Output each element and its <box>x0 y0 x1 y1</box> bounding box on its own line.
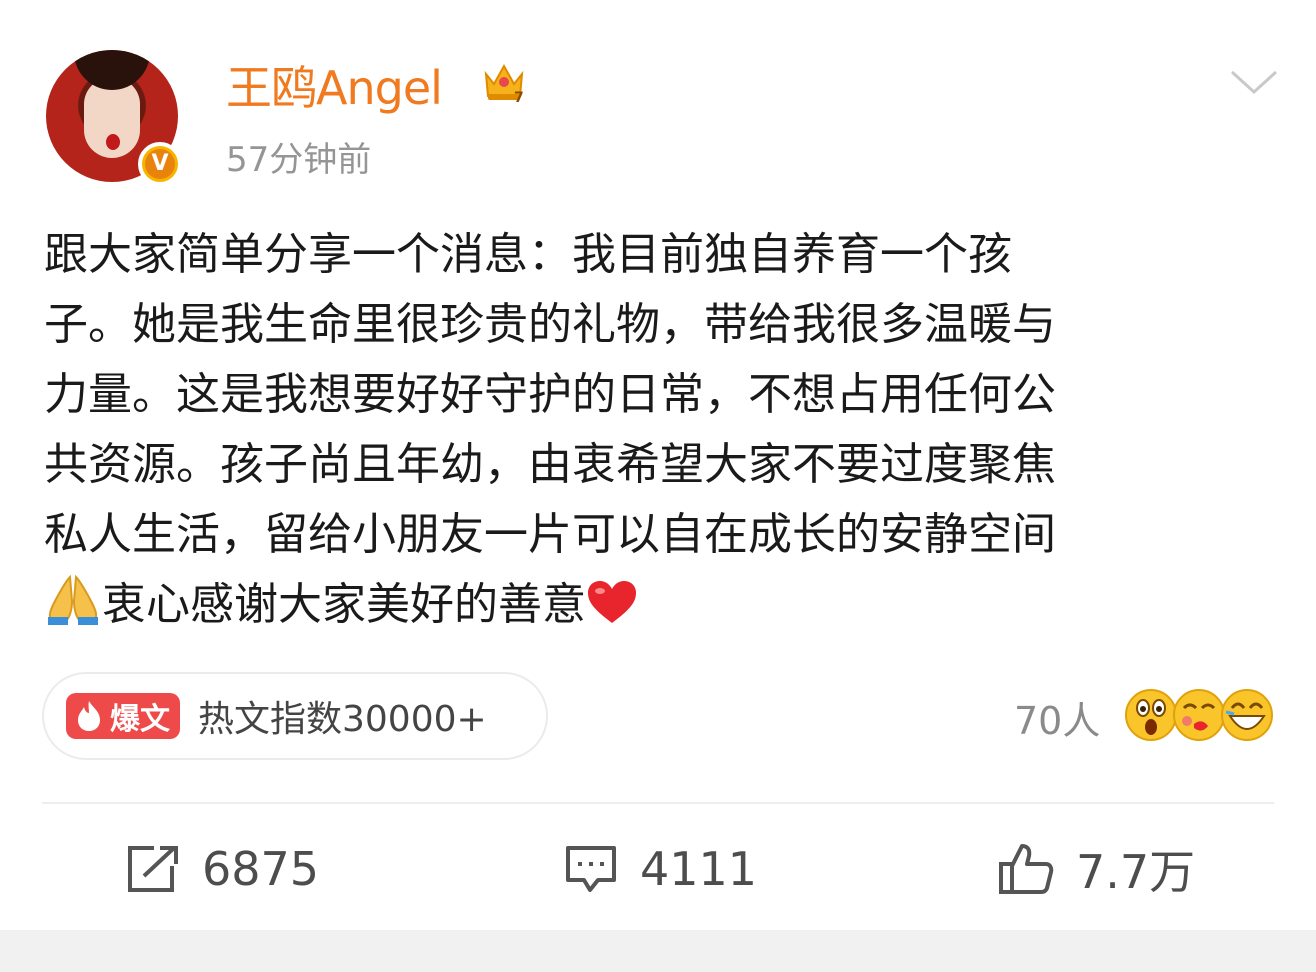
hot-index-text: 热文指数30000+ <box>198 699 487 740</box>
post-text-last-line: 衷心感谢大家美好的善意 <box>44 570 1274 640</box>
hot-tag-label: 爆文 <box>110 702 170 737</box>
author-name[interactable]: 王鸥Angel <box>226 52 443 118</box>
verified-v-icon: V <box>138 142 182 186</box>
heart-emoji <box>588 581 636 623</box>
hot-index-pill[interactable]: 爆文 热文指数30000+ <box>42 672 548 760</box>
crown-icon: 7 <box>484 63 524 106</box>
post-text-line: 共资源。孩子尚且年幼，由衷希望大家不要过度聚焦 <box>44 439 1056 490</box>
bottom-gap <box>0 930 1316 972</box>
chevron-down-icon[interactable] <box>1228 62 1280 102</box>
flame-icon <box>78 701 100 731</box>
post-text-line: 子。她是我生命里很珍贵的礼物，带给我很多温暖与 <box>44 299 1056 350</box>
post-text-line: 力量。这是我想要好好守护的日常，不想占用任何公 <box>44 369 1056 420</box>
post-time: 57分钟前 <box>226 140 372 180</box>
comment-count: 4111 <box>640 842 758 896</box>
surprised-face-emoji <box>1125 689 1177 741</box>
repost-button[interactable]: 6875 <box>126 836 319 902</box>
pray-emoji <box>48 574 98 625</box>
laughing-face-emoji <box>1221 689 1273 741</box>
like-button[interactable]: 7.7万 <box>998 836 1195 902</box>
like-icon <box>999 844 1054 894</box>
post-text-line: 衷心感谢大家美好的善意 <box>102 579 586 630</box>
comment-icon <box>566 846 616 892</box>
avatar[interactable]: V <box>46 50 182 186</box>
divider <box>42 802 1274 804</box>
crown-level: 7 <box>514 90 524 106</box>
reaction-count[interactable]: 70人 <box>1014 690 1100 745</box>
hot-tag: 爆文 <box>66 693 180 739</box>
like-count: 7.7万 <box>1076 845 1196 899</box>
reaction-emojis[interactable] <box>1124 686 1274 746</box>
post-text-line: 私人生活，留给小朋友一片可以自在成长的安静空间 <box>44 509 1056 560</box>
repost-count: 6875 <box>202 842 320 896</box>
post-text-line: 跟大家简单分享一个消息：我目前独自养育一个孩 <box>44 229 1012 280</box>
weibo-post-page: V 王鸥Angel 7 57分钟前 跟大家简单分享一个消息：我目前独自养育一个孩… <box>0 0 1316 972</box>
post-body: 跟大家简单分享一个消息：我目前独自养育一个孩 子。她是我生命里很珍贵的礼物，带给… <box>44 220 1274 640</box>
comment-button[interactable]: 4111 <box>564 836 757 902</box>
repost-icon <box>128 846 178 892</box>
kiss-face-emoji <box>1173 689 1225 741</box>
